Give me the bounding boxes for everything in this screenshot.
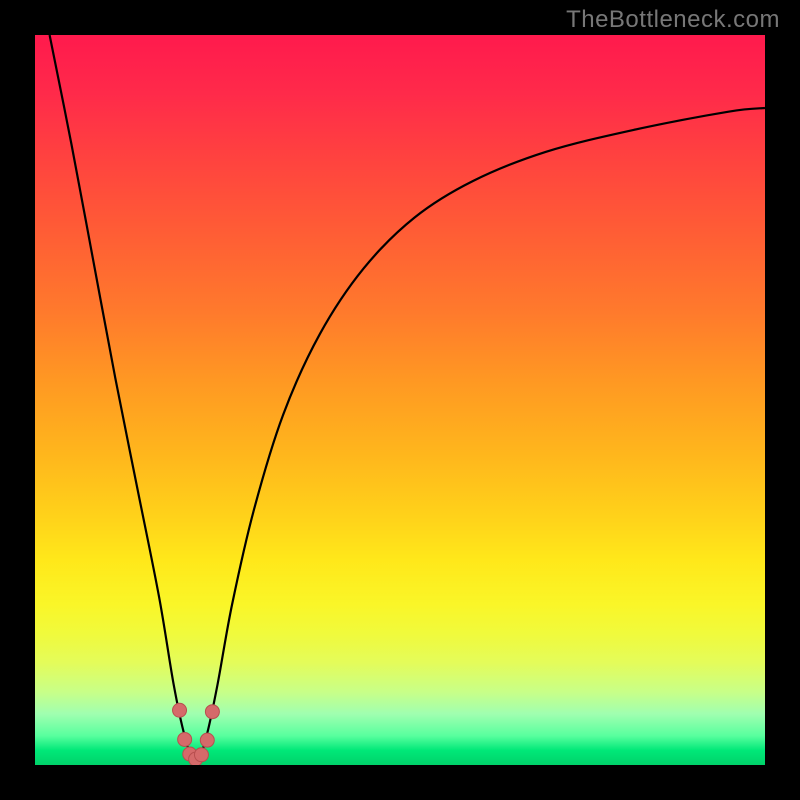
- minimum-marker: [178, 732, 192, 746]
- watermark-text: TheBottleneck.com: [566, 6, 780, 34]
- bottleneck-curve: [50, 35, 765, 765]
- chart-svg: [35, 35, 765, 765]
- minimum-marker: [173, 703, 187, 717]
- outer-frame: TheBottleneck.com: [0, 0, 800, 800]
- minimum-marker: [194, 748, 208, 762]
- plot-area: [35, 35, 765, 765]
- minimum-marker: [200, 733, 214, 747]
- minimum-marker-cluster: [173, 703, 220, 765]
- minimum-marker: [205, 705, 219, 719]
